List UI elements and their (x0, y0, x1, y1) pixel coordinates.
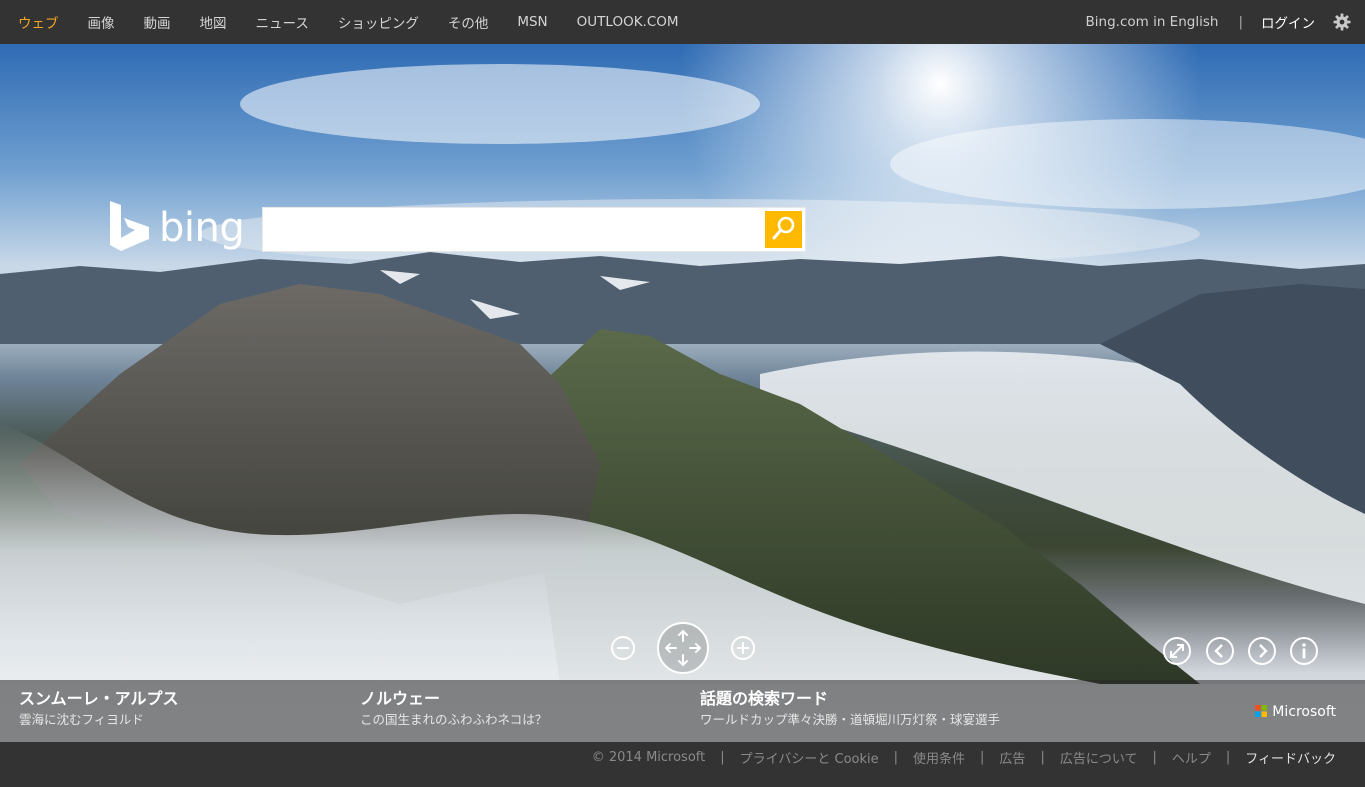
fullscreen-button[interactable] (1162, 636, 1192, 666)
zoom-out-button[interactable] (610, 635, 636, 661)
pan-arrows-icon (656, 621, 710, 675)
top-nav: ウェブ 画像 動画 地図 ニュース ショッピング その他 MSN OUTLOOK… (0, 0, 708, 44)
footer-privacy-link[interactable]: プライバシーと Cookie (740, 748, 879, 767)
info-button[interactable] (1289, 636, 1319, 666)
footer-ads-link[interactable]: 広告 (999, 748, 1025, 767)
zoom-out-icon (610, 635, 636, 661)
background-panorama[interactable]: bing (0, 44, 1365, 742)
bing-b-logo-icon (109, 201, 149, 255)
nav-web[interactable]: ウェブ (18, 12, 59, 32)
footer-copyright: © 2014 Microsoft (591, 749, 706, 765)
expand-icon (1162, 636, 1192, 666)
footer-feedback-link[interactable]: フィードバック (1245, 748, 1336, 767)
footer-about-ads-link[interactable]: 広告について (1060, 748, 1138, 767)
previous-image-button[interactable] (1205, 636, 1235, 666)
nav-msn[interactable]: MSN (517, 14, 547, 30)
footer-separator: | (1225, 749, 1231, 765)
caption-subtitle: 雲海に沈むフィヨルド (19, 712, 144, 727)
top-bar: ウェブ 画像 動画 地図 ニュース ショッピング その他 MSN OUTLOOK… (0, 0, 1365, 44)
microsoft-name: Microsoft (1272, 703, 1336, 720)
footer-links: © 2014 Microsoft | プライバシーと Cookie | 使用条件… (592, 742, 1336, 772)
nav-shopping[interactable]: ショッピング (338, 12, 419, 32)
zoom-in-button[interactable] (730, 635, 756, 661)
footer-separator: | (980, 749, 985, 765)
footer-help-link[interactable]: ヘルプ (1172, 748, 1211, 767)
footer-separator: | (1152, 749, 1157, 765)
caption-country-fact[interactable]: ノルウェー この国生まれのふわふわネコは？ (360, 688, 547, 730)
caption-subtitle: ワールドカップ準々決勝・道頓堀川万灯祭・球宴選手 (700, 712, 1001, 727)
search-box (262, 207, 806, 252)
caption-title: ノルウェー (360, 689, 441, 708)
english-link[interactable]: Bing.com in English (1086, 14, 1219, 30)
caption-image-location[interactable]: スンムーレ・アルプス 雲海に沈むフィヨルド (19, 688, 179, 730)
nav-maps[interactable]: 地図 (200, 12, 227, 32)
search-icon (771, 215, 797, 245)
bing-logo[interactable]: bing (109, 201, 245, 255)
info-icon (1289, 636, 1319, 666)
nav-news[interactable]: ニュース (256, 12, 309, 32)
caption-subtitle: この国生まれのふわふわネコは？ (360, 712, 548, 727)
top-right-menu: Bing.com in English | ログイン (1086, 0, 1351, 44)
search-input[interactable] (263, 208, 763, 251)
chevron-left-icon (1205, 636, 1235, 666)
nav-images[interactable]: 画像 (88, 12, 115, 32)
microsoft-brand[interactable]: Microsoft (1255, 702, 1336, 721)
caption-title: 話題の検索ワード (700, 689, 829, 708)
gear-icon[interactable] (1333, 13, 1351, 31)
caption-strip: スンムーレ・アルプス 雲海に沈むフィヨルド ノルウェー この国生まれのふわふわネ… (0, 680, 1365, 742)
nav-outlook[interactable]: OUTLOOK.COM (577, 14, 679, 30)
chevron-right-icon (1247, 636, 1277, 666)
caption-title: スンムーレ・アルプス (19, 689, 179, 708)
zoom-in-icon (730, 635, 756, 661)
footer-terms-link[interactable]: 使用条件 (913, 748, 965, 767)
caption-trending-searches[interactable]: 話題の検索ワード ワールドカップ準々決勝・道頓堀川万灯祭・球宴選手 (700, 688, 1000, 730)
nav-videos[interactable]: 動画 (144, 12, 171, 32)
bing-logo-text: bing (159, 205, 245, 251)
login-link[interactable]: ログイン (1261, 12, 1315, 32)
footer-separator: | (893, 749, 899, 765)
nav-more[interactable]: その他 (448, 12, 489, 32)
footer: © 2014 Microsoft | プライバシーと Cookie | 使用条件… (0, 742, 1365, 787)
footer-separator: | (720, 749, 725, 765)
search-button[interactable] (765, 211, 802, 248)
footer-separator: | (1040, 749, 1045, 765)
pan-control[interactable] (656, 621, 710, 675)
next-image-button[interactable] (1247, 636, 1277, 666)
top-separator: | (1238, 14, 1243, 30)
microsoft-logo-icon (1255, 702, 1268, 721)
